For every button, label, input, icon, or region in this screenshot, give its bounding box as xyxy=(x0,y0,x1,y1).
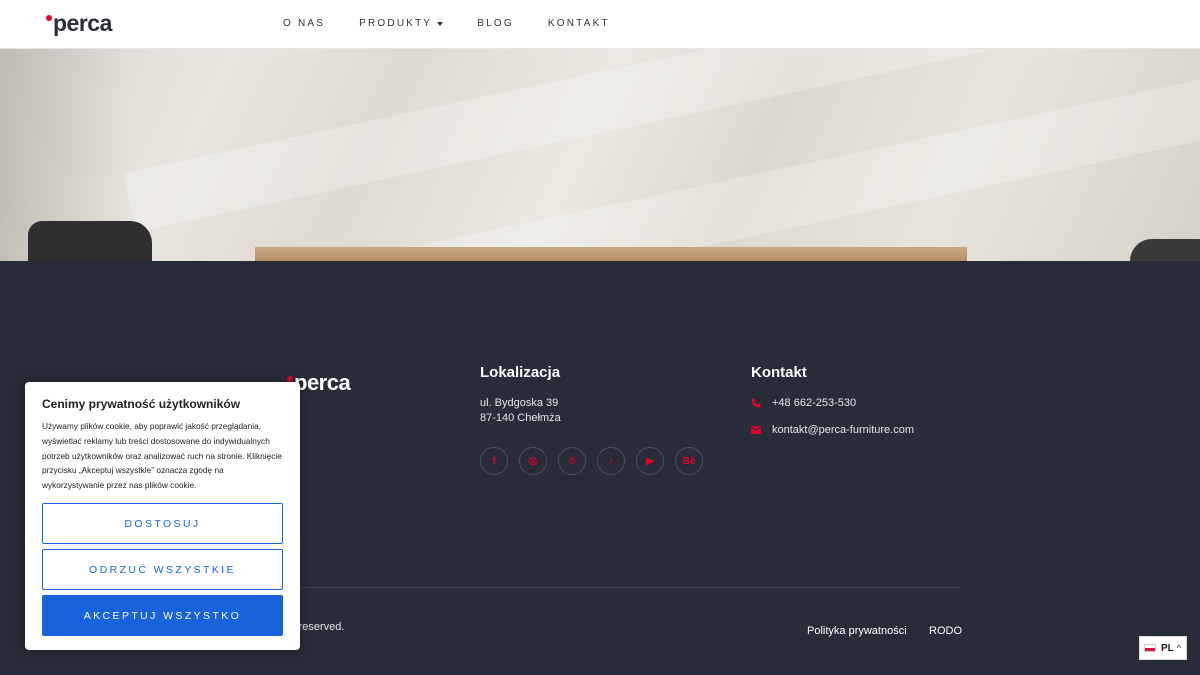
behance-icon[interactable]: Bē xyxy=(675,447,703,475)
poland-flag-icon xyxy=(1144,644,1156,652)
nav-item-produkty[interactable]: PRODUKTY xyxy=(359,18,444,30)
language-code: PL xyxy=(1161,642,1174,654)
site-header: perca O NAS PRODUKTY BLOG KONTAKT xyxy=(0,0,1200,49)
contact-title: Kontakt xyxy=(751,364,807,381)
pinterest-icon[interactable]: ℗ xyxy=(558,447,586,475)
email-address: kontakt@perca-furniture.com xyxy=(772,424,915,436)
language-switcher[interactable]: PL ^ xyxy=(1139,636,1187,660)
phone-icon xyxy=(751,398,761,408)
wooden-table xyxy=(255,247,967,261)
chevron-up-icon: ^ xyxy=(1176,643,1182,653)
nav-label: BLOG xyxy=(477,18,514,29)
nav-label: PRODUKTY xyxy=(359,18,433,29)
caret-down-icon xyxy=(437,22,444,26)
nav-item-blog[interactable]: BLOG xyxy=(477,18,514,30)
cookie-description: Używamy plików cookie, aby poprawić jako… xyxy=(42,421,282,491)
tiktok-icon[interactable]: ♪ xyxy=(597,447,625,475)
accept-all-button[interactable]: AKCEPTUJ WSZYSTKO xyxy=(42,595,283,636)
address-line-1: ul. Bydgoska 39 xyxy=(480,397,559,409)
instagram-icon[interactable]: ◎ xyxy=(519,447,547,475)
cookie-consent-panel: Cenimy prywatność użytkowników Używamy p… xyxy=(25,382,300,650)
phone-number: +48 662-253-530 xyxy=(772,397,857,409)
logo-dot xyxy=(46,15,52,21)
customize-button[interactable]: DOSTOSUJ xyxy=(42,503,283,544)
facebook-icon[interactable]: f xyxy=(480,447,508,475)
hero-image xyxy=(0,49,1200,261)
email-row[interactable]: kontakt@perca-furniture.com xyxy=(751,424,914,436)
phone-row[interactable]: +48 662-253-530 xyxy=(751,397,856,409)
logo-text: perca xyxy=(53,10,112,36)
rodo-link[interactable]: RODO xyxy=(929,625,962,637)
chair-left xyxy=(28,221,152,261)
footer-logo-text: perca xyxy=(294,370,351,395)
nav-item-o-nas[interactable]: O NAS xyxy=(283,18,325,30)
address-line-2: 87-140 Chełmża xyxy=(480,412,561,424)
main-nav: O NAS PRODUKTY BLOG KONTAKT xyxy=(283,18,644,30)
cookie-title: Cenimy prywatność użytkowników xyxy=(42,397,241,411)
nav-item-kontakt[interactable]: KONTAKT xyxy=(548,18,610,30)
nav-label: KONTAKT xyxy=(547,18,610,29)
footer-divider xyxy=(287,587,959,588)
chair-right xyxy=(1130,239,1200,261)
nav-label: O NAS xyxy=(283,18,326,29)
youtube-icon[interactable]: ▶ xyxy=(636,447,664,475)
location-title: Lokalizacja xyxy=(480,364,561,381)
privacy-policy-link[interactable]: Polityka prywatności xyxy=(807,625,907,637)
site-logo[interactable]: perca xyxy=(46,10,112,36)
envelope-icon xyxy=(751,425,761,435)
social-links: f ◎ ℗ ♪ ▶ Bē xyxy=(480,447,703,475)
reject-all-button[interactable]: ODRZUĆ WSZYSTKIE xyxy=(42,549,283,590)
